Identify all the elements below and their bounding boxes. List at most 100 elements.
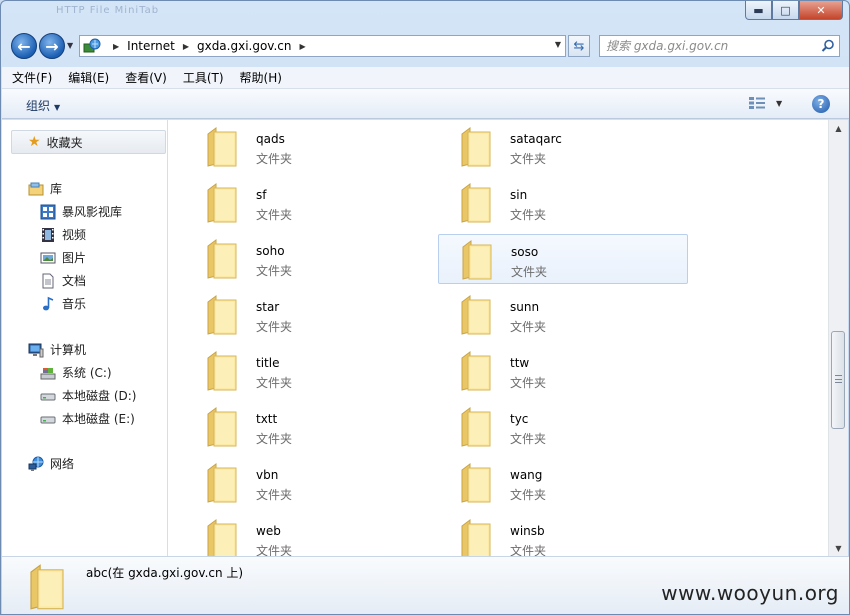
folder-item[interactable]: qads 文件夹 — [184, 122, 434, 172]
nav-favorites[interactable]: ★ 收藏夹 — [11, 130, 166, 154]
nav-network[interactable]: 网络 — [28, 455, 74, 472]
menu-tools[interactable]: 工具(T) — [183, 69, 224, 86]
folder-name: web — [256, 524, 281, 538]
folder-item[interactable]: winsb 文件夹 — [438, 514, 688, 556]
folder-icon — [207, 519, 237, 556]
folder-icon — [207, 239, 237, 279]
nav-computer-label: 计算机 — [50, 343, 87, 357]
folder-item[interactable]: star 文件夹 — [184, 290, 434, 340]
caption-buttons: ▬ □ ✕ — [745, 1, 843, 21]
vertical-scrollbar[interactable]: ▲ ▼ — [828, 120, 848, 556]
forward-button[interactable]: → — [39, 33, 65, 59]
watermark-text: www.wooyun.org — [661, 581, 839, 605]
nav-library-documents[interactable]: 文档 — [40, 272, 86, 289]
folder-item[interactable]: soso 文件夹 — [438, 234, 688, 284]
menu-bar: 文件(F) 编辑(E) 查看(V) 工具(T) 帮助(H) — [2, 67, 849, 89]
folder-item[interactable]: wang 文件夹 — [438, 458, 688, 508]
nav-favorites-label: 收藏夹 — [46, 135, 83, 150]
folder-type: 文件夹 — [510, 320, 547, 334]
folder-icon — [207, 127, 237, 167]
nav-computer[interactable]: 计算机 — [28, 341, 86, 358]
folder-icon — [207, 295, 237, 335]
folder-icon — [207, 183, 237, 223]
arrow-right-icon: → — [45, 36, 59, 56]
folder-item[interactable]: sunn 文件夹 — [438, 290, 688, 340]
folder-name: qads — [256, 132, 285, 146]
view-options-icon — [749, 97, 765, 109]
scrollbar-thumb[interactable] — [831, 331, 845, 429]
folder-item[interactable]: sataqarc 文件夹 — [438, 122, 688, 172]
help-button[interactable]: ? — [812, 95, 830, 113]
recent-pages-dropdown[interactable]: ▼ — [67, 41, 73, 50]
address-bar[interactable]: ▶ Internet ▶ gxda.gxi.gov.cn ▶ ▼ — [79, 35, 566, 57]
nav-drive-d[interactable]: 本地磁盘 (D:) — [40, 387, 136, 404]
folder-icon — [207, 463, 237, 503]
hard-drive-icon — [40, 416, 56, 423]
search-icon[interactable] — [821, 39, 835, 53]
scroll-up-icon[interactable]: ▲ — [829, 120, 848, 136]
explorer-window: HTTP File MiniTab ▬ □ ✕ ← → ▼ ▶ Internet… — [0, 0, 850, 615]
system-drive-icon — [40, 367, 56, 379]
folder-type: 文件夹 — [256, 208, 293, 222]
nav-library-baofeng[interactable]: 暴风影视库 — [40, 203, 122, 220]
folder-icon — [461, 351, 491, 391]
folder-item[interactable]: title 文件夹 — [184, 346, 434, 396]
folder-type: 文件夹 — [510, 544, 547, 556]
folder-item[interactable]: vbn 文件夹 — [184, 458, 434, 508]
folder-icon — [462, 240, 492, 280]
chevron-down-icon: ▼ — [54, 103, 61, 112]
back-button[interactable]: ← — [11, 33, 37, 59]
breadcrumb-host[interactable]: gxda.gxi.gov.cn — [197, 39, 292, 53]
folder-item[interactable]: tyc 文件夹 — [438, 402, 688, 452]
folder-type: 文件夹 — [510, 152, 547, 166]
folder-item[interactable]: sf 文件夹 — [184, 178, 434, 228]
folder-item[interactable]: txtt 文件夹 — [184, 402, 434, 452]
organize-button[interactable]: 组织 ▼ — [26, 97, 60, 114]
folder-item[interactable]: soho 文件夹 — [184, 234, 434, 284]
change-view-button[interactable]: ▼ — [748, 96, 782, 110]
folder-name: txtt — [256, 412, 278, 426]
media-library-icon — [40, 204, 56, 219]
folder-name: sf — [256, 188, 267, 202]
nav-library-music[interactable]: 音乐 — [40, 295, 86, 312]
nav-drive-label: 本地磁盘 (D:) — [62, 389, 137, 403]
address-history-dropdown[interactable]: ▼ — [555, 40, 561, 49]
folder-name: sin — [510, 188, 528, 202]
nav-drive-e[interactable]: 本地磁盘 (E:) — [40, 410, 135, 427]
folder-name: soso — [511, 245, 539, 259]
minimize-button[interactable]: ▬ — [745, 1, 772, 20]
maximize-button[interactable]: □ — [772, 1, 799, 20]
menu-help[interactable]: 帮助(H) — [240, 69, 282, 86]
nav-library-label: 图片 — [62, 251, 87, 265]
breadcrumb-internet[interactable]: Internet — [127, 39, 175, 53]
folder-type: 文件夹 — [256, 320, 293, 334]
folder-name: title — [256, 356, 280, 370]
menu-file[interactable]: 文件(F) — [12, 69, 52, 86]
breadcrumb-separator-icon[interactable]: ▶ — [300, 42, 306, 51]
folder-item[interactable]: sin 文件夹 — [438, 178, 688, 228]
nav-library-videos[interactable]: 视频 — [40, 226, 86, 243]
search-box[interactable] — [599, 35, 840, 57]
menu-view[interactable]: 查看(V) — [125, 69, 167, 86]
folder-name: winsb — [510, 524, 545, 538]
folder-item[interactable]: ttw 文件夹 — [438, 346, 688, 396]
refresh-button[interactable]: ⇆ — [568, 35, 590, 57]
folder-name: wang — [510, 468, 543, 482]
folder-name: sunn — [510, 300, 540, 314]
folder-type: 文件夹 — [510, 376, 547, 390]
search-input[interactable] — [606, 39, 806, 53]
nav-library-pictures[interactable]: 图片 — [40, 249, 86, 266]
folder-item[interactable]: web 文件夹 — [184, 514, 434, 556]
nav-libraries[interactable]: 库 — [28, 180, 62, 197]
video-icon — [42, 227, 54, 242]
nav-drive-c[interactable]: 系统 (C:) — [40, 364, 112, 381]
nav-drive-label: 系统 (C:) — [62, 366, 112, 380]
breadcrumb-separator-icon[interactable]: ▶ — [183, 42, 189, 51]
close-button[interactable]: ✕ — [799, 1, 843, 20]
scroll-down-icon[interactable]: ▼ — [829, 540, 848, 556]
menu-edit[interactable]: 编辑(E) — [68, 69, 109, 86]
folder-type: 文件夹 — [510, 432, 547, 446]
nav-library-label: 暴风影视库 — [62, 205, 123, 219]
breadcrumb-separator-icon[interactable]: ▶ — [113, 42, 119, 51]
file-list: qads 文件夹 sf 文件夹 soho 文件夹 star 文件夹 title 文件夹 txtt 文件… — [168, 120, 828, 556]
